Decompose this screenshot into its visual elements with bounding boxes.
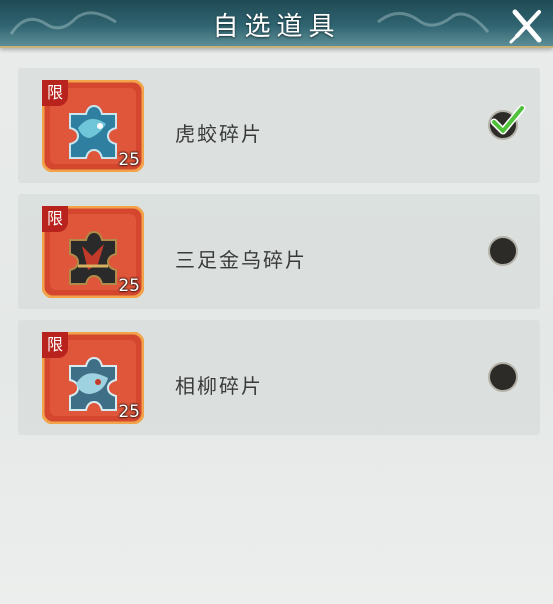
item-count: 25 [118,150,140,170]
item-icon: 限 25 [41,79,145,173]
list-item[interactable]: 限 25 相柳碎片 [18,320,540,435]
select-radio[interactable] [488,104,526,140]
item-list: 限 25 虎蛟碎片 限 25 三足金乌碎片 限 25 相柳碎片 [18,68,540,446]
close-icon [509,9,542,44]
limited-badge: 限 [42,206,68,232]
list-item[interactable]: 限 25 虎蛟碎片 [18,68,540,183]
page-title: 自选道具 [212,12,341,42]
item-name: 虎蛟碎片 [175,122,263,146]
item-icon: 限 25 [41,205,145,299]
list-item[interactable]: 限 25 三足金乌碎片 [18,194,540,309]
header-bar: 自选道具 [0,0,553,48]
item-count: 25 [118,402,140,422]
limited-badge: 限 [42,80,68,106]
item-name: 相柳碎片 [175,374,263,398]
select-radio[interactable] [488,236,518,266]
item-icon: 限 25 [41,331,145,425]
checkmark-icon [490,104,526,135]
item-count: 25 [118,276,140,296]
item-name: 三足金乌碎片 [175,248,307,272]
close-button[interactable] [509,6,545,46]
select-radio[interactable] [488,362,518,392]
limited-badge: 限 [42,332,68,358]
